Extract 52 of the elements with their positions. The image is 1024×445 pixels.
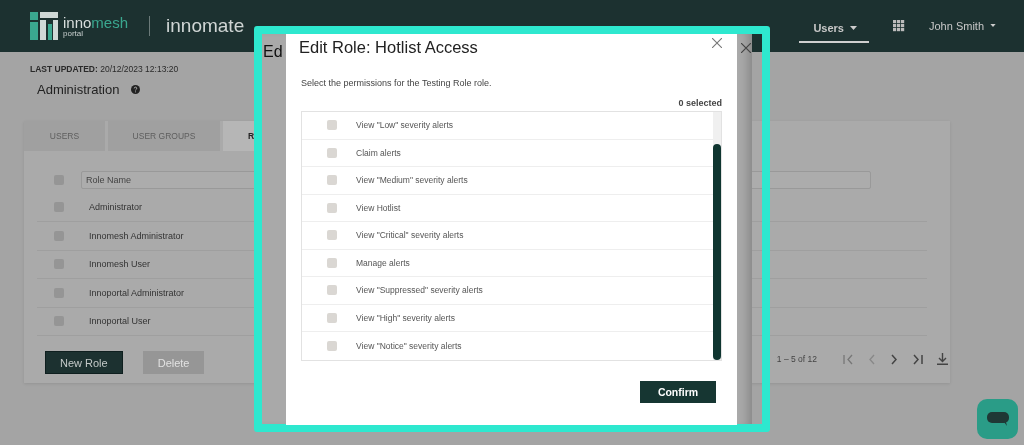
user-menu[interactable]: John Smith bbox=[928, 11, 996, 41]
dialog-title: Ed bbox=[263, 43, 283, 61]
close-icon[interactable] bbox=[741, 43, 751, 53]
permission-label: Claim alerts bbox=[356, 147, 401, 158]
apps-grid-icon[interactable] bbox=[892, 20, 905, 32]
users-menu[interactable]: Users bbox=[799, 13, 869, 43]
caret-icon bbox=[849, 25, 857, 30]
role-name-cell: Administrator bbox=[89, 202, 142, 213]
download-icon[interactable] bbox=[937, 353, 948, 365]
next-page-icon[interactable] bbox=[890, 353, 898, 365]
checkbox[interactable] bbox=[327, 257, 337, 268]
checkbox[interactable] bbox=[327, 147, 337, 158]
close-icon[interactable] bbox=[712, 38, 722, 48]
brand-name: innomate bbox=[149, 16, 245, 36]
permission-label: View "Suppressed" severity alerts bbox=[356, 285, 483, 296]
new-role-button[interactable]: New Role bbox=[45, 351, 123, 374]
logo-subtitle: portal bbox=[63, 29, 84, 38]
role-name-cell: Innomesh Administrator bbox=[89, 230, 184, 241]
confirm-button[interactable]: Confirm bbox=[640, 381, 716, 403]
selected-count: 0 selected bbox=[678, 98, 722, 108]
page-range-text: 1 – 5 of 12 bbox=[776, 354, 817, 364]
chat-button[interactable] bbox=[977, 399, 1018, 439]
first-page-icon[interactable] bbox=[843, 353, 854, 365]
permission-label: View "High" severity alerts bbox=[356, 312, 455, 323]
role-name-cell: Innoportal User bbox=[89, 316, 151, 327]
checkbox[interactable] bbox=[327, 285, 337, 296]
logo-name: innomesh bbox=[63, 14, 129, 30]
checkbox[interactable] bbox=[327, 340, 337, 351]
last-updated-text: LAST UPDATED: 20/12/2023 12:13:20 bbox=[30, 64, 180, 74]
scrollbar[interactable] bbox=[713, 112, 721, 360]
permission-label: View Hotlist bbox=[356, 202, 401, 213]
checkbox[interactable] bbox=[327, 202, 337, 213]
help-icon[interactable] bbox=[131, 85, 141, 94]
last-page-icon[interactable] bbox=[912, 353, 923, 365]
role-name-cell: Innoportal Administrator bbox=[89, 287, 185, 298]
caret-icon bbox=[990, 24, 996, 27]
dialog-title: Edit Role: Hotlist Access bbox=[299, 38, 478, 57]
permission-label: View "Notice" severity alerts bbox=[356, 340, 462, 351]
previous-page-icon[interactable] bbox=[868, 353, 876, 365]
checkbox[interactable] bbox=[327, 230, 337, 241]
logo-icon bbox=[30, 12, 58, 40]
checkbox[interactable] bbox=[327, 120, 337, 131]
permission-label: Manage alerts bbox=[356, 257, 410, 268]
permission-label: View "Critical" severity alerts bbox=[356, 230, 464, 241]
role-name-cell: Innomesh User bbox=[89, 259, 151, 270]
dialog-description: Select the permissions for the Testing Role role. bbox=[301, 78, 493, 88]
permission-label: View "Low" severity alerts bbox=[356, 120, 454, 131]
checkbox[interactable] bbox=[327, 175, 337, 186]
checkbox[interactable] bbox=[327, 312, 337, 323]
permission-label: View "Medium" severity alerts bbox=[356, 175, 468, 186]
speech-bubble-icon bbox=[986, 412, 1009, 426]
page-title: Administration bbox=[37, 82, 120, 97]
